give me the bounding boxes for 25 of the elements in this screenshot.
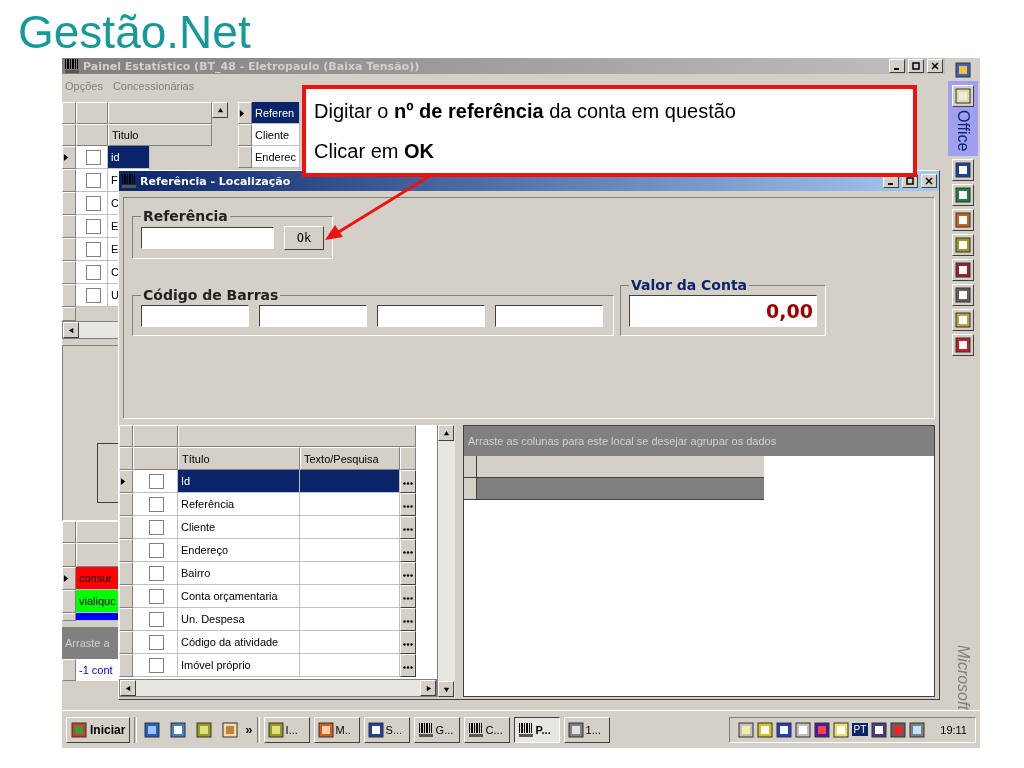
window-title: Painel Estatístico (BT_48 - Eletropaulo (Baixa Tensão)) [83,59,421,73]
callout-text: Digitar o nº de referência da conta em questão [314,99,737,123]
callout-text: Clicar em OK [314,139,435,163]
table-cell: Conta orçamentaria [178,585,300,608]
column-header: Título [178,447,300,470]
table-cell: Imóvel próprio [178,654,300,677]
table-cell: Id [178,470,300,493]
clock: 19:11 [940,723,967,736]
slide-title: Gestão.Net [18,5,252,58]
table-cell: Referência [178,493,300,516]
column-header: Texto/Pesquisa [300,447,400,470]
table-cell: Referen [252,102,300,124]
table-cell: id [108,146,150,169]
table-cell: Cliente [252,124,300,146]
table-cell: Cliente [178,516,300,539]
column-header: Titulo [108,124,212,146]
table-cell: Enderec [252,146,300,168]
brand-label: Microsoft [953,645,972,710]
table-cell: Código da atividade [178,631,300,654]
dialog-window: Referência - Localização Referência Ok Código de Barras Valor da Conta 0,00 Título Texto/Pesquisa Id Referência Cliente Endereço Bairro Conta orçamentaria Un. Despesa Código da atividade Imóvel próprio Arraste as colunas para este local se desejar agrupar os dados [118,170,940,700]
table-cell: Endereço [178,539,300,562]
table-cell: Bairro [178,562,300,585]
toolbar-title: Office [953,110,972,152]
table-cell: Un. Despesa [178,608,300,631]
group-hint: Arraste as colunas para este local se desejar agrupar os dados [464,426,934,456]
